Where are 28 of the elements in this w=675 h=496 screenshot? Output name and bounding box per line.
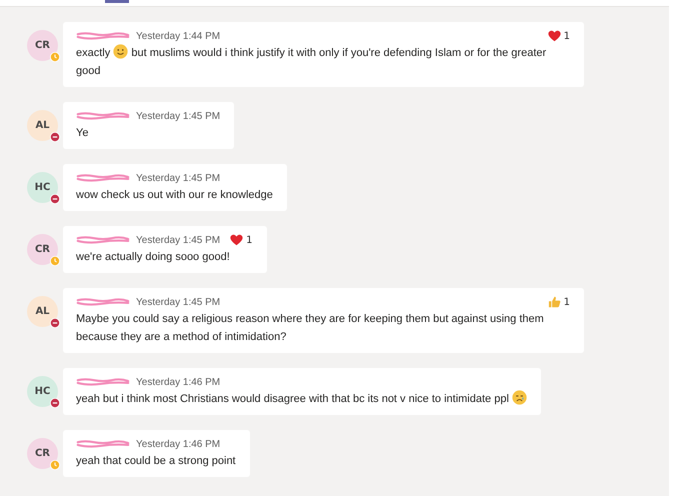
- avatar[interactable]: AL: [27, 110, 58, 141]
- timestamp: Yesterday 1:45 PM: [136, 110, 220, 122]
- avatar[interactable]: CR: [27, 30, 58, 61]
- reaction-count: 1: [564, 296, 570, 308]
- heart-icon[interactable]: [230, 234, 244, 246]
- reaction-count: 1: [246, 234, 253, 246]
- timestamp: Yesterday 1:46 PM: [136, 438, 220, 450]
- timestamp: Yesterday 1:44 PM: [136, 30, 220, 42]
- timestamp: Yesterday 1:46 PM: [136, 376, 220, 388]
- message-text: Maybe you could say a religious reason where they are for keeping them but against using them because they are a method of intimidation?: [76, 312, 545, 345]
- avatar[interactable]: CR: [27, 234, 58, 265]
- avatar[interactable]: AL: [27, 296, 58, 327]
- avatar[interactable]: HC: [27, 376, 58, 407]
- reaction-count: 1: [564, 30, 570, 42]
- message-text: wow check us out with our re knowledge: [76, 188, 273, 203]
- message-text: yeah that could be a strong point: [76, 454, 236, 469]
- heart-icon[interactable]: [548, 30, 561, 42]
- thumbs-up-icon[interactable]: [548, 296, 561, 308]
- avatar[interactable]: CR: [27, 438, 58, 469]
- timestamp: Yesterday 1:45 PM: [136, 234, 220, 246]
- tab-indicator: [105, 0, 129, 3]
- timestamp: Yesterday 1:45 PM: [136, 172, 220, 184]
- message-text: exactly but muslims would i think justify it with only if you're defending Islam or for the greater good: [76, 44, 570, 80]
- message-text: Ye: [76, 126, 90, 141]
- timestamp: Yesterday 1:45 PM: [136, 296, 220, 308]
- message-text: yeah but i think most Christians would disagree with that bc its not v nice to intimidate ppl: [76, 390, 527, 408]
- avatar[interactable]: HC: [27, 172, 58, 203]
- message-text: we're actually doing sooo good!: [76, 250, 231, 265]
